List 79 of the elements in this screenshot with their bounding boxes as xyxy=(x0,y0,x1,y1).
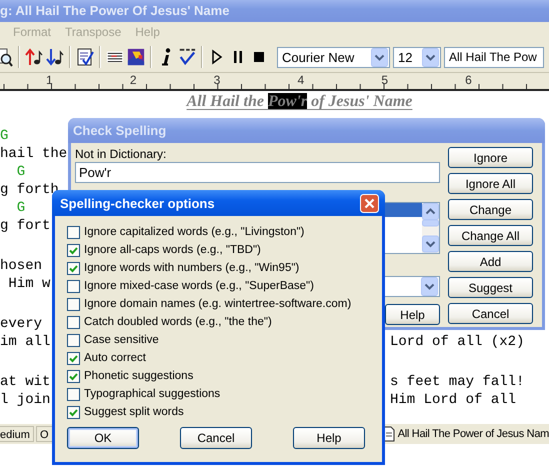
up-arrow-note-icon[interactable] xyxy=(25,47,43,67)
option-label: Ignore capitalized words (e.g., "Livingston") xyxy=(84,226,304,238)
lyric-text: Lord of all (x2) xyxy=(390,333,524,351)
dialog-button[interactable]: Add xyxy=(448,251,533,272)
dialog-title: Spelling-checker options xyxy=(60,196,215,210)
ruler-number: 6 xyxy=(465,73,473,88)
down-arrow-note-icon[interactable] xyxy=(46,47,64,67)
dialog-button[interactable]: Change All xyxy=(448,225,533,246)
checkbox[interactable] xyxy=(67,226,80,238)
dialog-title: Check Spelling xyxy=(68,118,545,143)
lyric-text: every xyxy=(0,315,42,333)
checkbox[interactable] xyxy=(67,334,80,346)
dialog-button[interactable]: Ignore All xyxy=(448,173,533,194)
checkbox[interactable] xyxy=(67,298,80,310)
dialog-button[interactable]: Ignore xyxy=(448,147,533,168)
lyric-text: s feet may fall! xyxy=(390,373,524,391)
stop-icon[interactable] xyxy=(253,49,265,65)
ruler-number: 5 xyxy=(381,73,389,88)
play-icon[interactable] xyxy=(211,49,223,65)
chord-text: G xyxy=(16,163,26,181)
lyric-text: hail the xyxy=(0,145,68,163)
checkbox[interactable] xyxy=(67,244,80,256)
dropdown-button[interactable] xyxy=(371,48,388,66)
font-dropdown[interactable]: Courier New xyxy=(277,46,390,68)
option-label: Typographical suggestions xyxy=(84,388,220,400)
status-cell: edium xyxy=(0,426,34,442)
chord-text: G xyxy=(0,127,8,145)
lyric-text: l join xyxy=(0,391,50,409)
option-label: Catch doubled words (e.g., "the the") xyxy=(84,316,272,328)
option-label: Ignore mixed-case words (e.g., "SuperBase") xyxy=(84,280,314,292)
checkbox[interactable] xyxy=(67,406,80,418)
field-label: Not in Dictionary: xyxy=(75,147,168,161)
status-document: All Hail The Power of Jesus Nam xyxy=(398,428,549,440)
lyric-text: at wit xyxy=(0,373,50,391)
checkbox[interactable] xyxy=(67,388,80,400)
ruler-number: 1 xyxy=(46,73,54,88)
dialog-button[interactable]: Help xyxy=(293,427,365,449)
checkbox[interactable] xyxy=(67,316,80,328)
scrollbar[interactable] xyxy=(422,203,439,253)
window-title: g: All Hail The Power Of Jesus' Name xyxy=(0,0,549,22)
checkbox[interactable] xyxy=(67,262,80,274)
option-label: Auto correct xyxy=(84,352,146,364)
option-label: Ignore domain names (e.g. wintertree-software.com) xyxy=(84,298,352,310)
dropdown-button[interactable] xyxy=(421,277,438,296)
option-label: Phonetic suggestions xyxy=(84,370,194,382)
chord-text: G xyxy=(16,199,26,217)
word-field[interactable]: Pow'r xyxy=(75,162,440,183)
dialog-button[interactable]: OK xyxy=(67,427,139,449)
lyric-text: hosen xyxy=(0,257,42,275)
dialog-button[interactable]: Cancel xyxy=(448,303,533,324)
page-magnifier-icon[interactable] xyxy=(0,47,13,67)
dialog-button[interactable]: Cancel xyxy=(180,427,252,449)
ruler-number: 3 xyxy=(214,73,222,88)
lyric-text: Him w xyxy=(7,275,50,293)
lyric-text: g fort xyxy=(0,217,50,235)
song-dropdown[interactable]: All Hail The Pow xyxy=(444,46,544,68)
option-label: Ignore all-caps words (e.g., "TBD") xyxy=(84,244,261,256)
checkbox[interactable] xyxy=(67,280,80,292)
spell-check-icon[interactable] xyxy=(178,47,196,67)
checklist-icon[interactable] xyxy=(76,47,94,67)
option-label: Suggest split words xyxy=(84,406,184,418)
close-button[interactable] xyxy=(360,194,379,212)
lyric-text: g forth xyxy=(0,181,59,199)
option-label: Ignore words with numbers (e.g., "Win95") xyxy=(84,262,300,274)
info-icon[interactable] xyxy=(159,47,173,67)
option-label: Case sensitive xyxy=(84,334,159,346)
dialog-button[interactable]: Change xyxy=(448,199,533,220)
size-dropdown[interactable]: 12 xyxy=(393,46,441,68)
dialog-button[interactable]: Suggest xyxy=(448,277,533,298)
ruler-number: 4 xyxy=(297,73,306,88)
checkbox[interactable] xyxy=(67,370,80,382)
lyric-text: im all xyxy=(0,333,50,351)
help-button[interactable]: Help xyxy=(385,304,440,325)
lyric-text: Him Lord of all xyxy=(390,391,516,409)
dropdown-button[interactable] xyxy=(422,48,439,66)
ruler-number: 2 xyxy=(130,73,138,88)
checkbox[interactable] xyxy=(67,352,80,364)
image-icon[interactable] xyxy=(127,47,145,67)
pause-icon[interactable] xyxy=(232,49,244,65)
